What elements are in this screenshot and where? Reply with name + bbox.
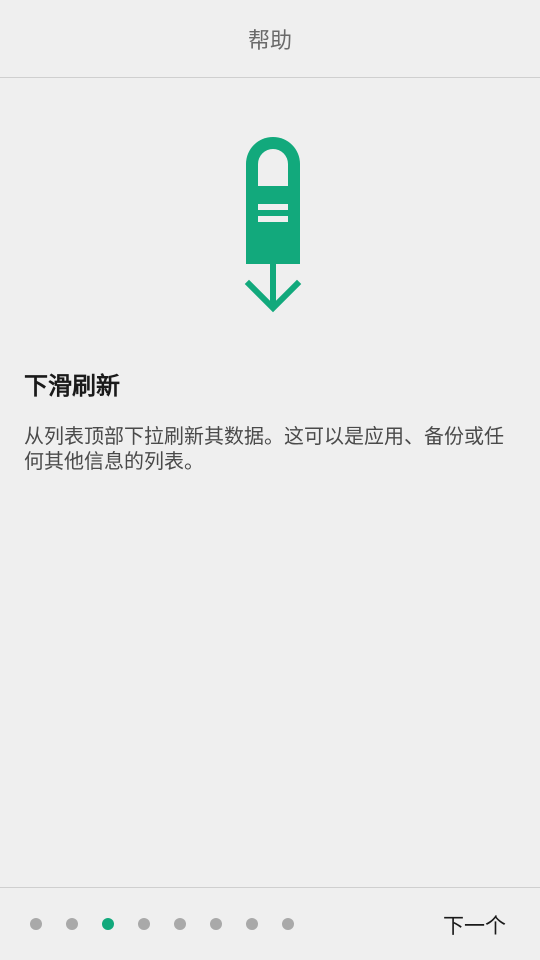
page-dot-8[interactable] [282,918,294,930]
help-screen: 帮助 下滑刷新 从列表顶部下拉刷新其数据。这可以是应用、备份或任何其他信息的列表… [0,0,540,960]
top-bar: 帮助 [0,0,540,78]
swipe-down-finger-icon [244,137,302,313]
page-dot-3-active[interactable] [102,918,114,930]
page-title: 帮助 [247,28,292,54]
tip-description: 从列表顶部下拉刷新其数据。这可以是应用、备份或任何其他信息的列表。 [24,424,504,473]
page-dot-2[interactable] [66,918,78,930]
page-dot-5[interactable] [174,918,186,930]
next-button[interactable]: 下一个 [443,910,506,940]
bottom-bar: 下一个 [0,887,540,960]
page-dot-1[interactable] [30,918,42,930]
page-dot-6[interactable] [210,918,222,930]
page-indicator [30,918,294,930]
tip-title: 下滑刷新 [24,372,120,400]
page-dot-4[interactable] [138,918,150,930]
page-dot-7[interactable] [246,918,258,930]
